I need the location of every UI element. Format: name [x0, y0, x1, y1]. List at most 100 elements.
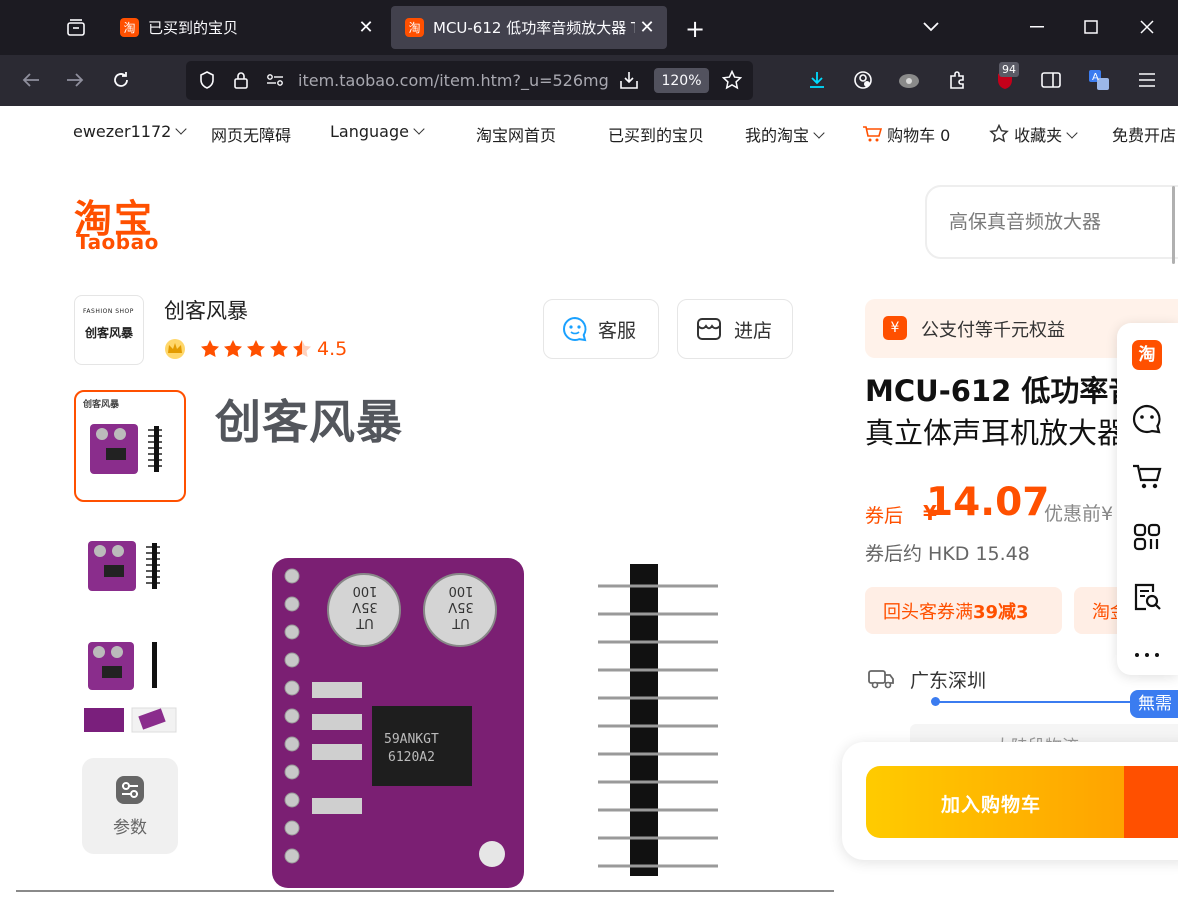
taobao-favicon-icon: 淘: [120, 18, 139, 37]
chip-marking-line2: 6120A2: [388, 750, 435, 765]
chevron-down-icon: [813, 127, 825, 139]
returning-customer-coupon[interactable]: 回头客券满 39减3: [865, 587, 1062, 634]
my-taobao-menu[interactable]: 我的淘宝: [745, 122, 825, 146]
search-document-icon[interactable]: [1131, 581, 1163, 613]
main-image-brand-text: 创客风暴: [215, 395, 403, 449]
minimize-window-icon[interactable]: [1020, 10, 1054, 44]
chip-marking-line1: 59ANKGT: [384, 732, 439, 747]
close-window-icon[interactable]: [1130, 10, 1164, 44]
taobao-home-link[interactable]: 淘宝网首页: [476, 122, 556, 146]
gallery-thumbnail-1[interactable]: 创客风暴: [74, 390, 186, 502]
price-prefix: 券后: [865, 505, 904, 527]
zoom-level-button[interactable]: 120%: [654, 68, 709, 93]
reload-icon[interactable]: [104, 63, 138, 97]
horizontal-scrollbar-thumb[interactable]: [16, 890, 834, 892]
browser-toolbar: item.taobao.com/item.htm?_u=526mg 120% 9…: [0, 55, 1178, 106]
more-icon[interactable]: [1131, 639, 1163, 671]
back-arrow-icon[interactable]: [14, 63, 48, 97]
sliders-icon: [116, 775, 144, 804]
enter-shop-button[interactable]: 进店: [677, 299, 793, 359]
browser-tab-bar: 淘 已买到的宝贝 ✕ 淘 MCU-612 低功率音频放大器 TPA6120 ✕ …: [0, 0, 1178, 55]
customer-service-button[interactable]: 客服: [543, 299, 659, 359]
new-tab-icon[interactable]: +: [678, 12, 712, 46]
shop-name[interactable]: 创客风暴: [164, 295, 248, 325]
my-taobao-label: 我的淘宝: [745, 126, 810, 145]
save-page-icon[interactable]: [616, 67, 642, 93]
shipping-badge: 無需: [1130, 690, 1178, 718]
add-to-cart-button[interactable]: 加入购物车: [866, 766, 1178, 838]
tab-bought-items[interactable]: 淘 已买到的宝贝 ✕: [106, 6, 386, 49]
board-thumbnail-image: [84, 642, 177, 733]
benefit-label: 公支付等千元权益: [921, 320, 1065, 341]
original-price-label: 优惠前¥: [1044, 503, 1114, 525]
extension-disc-icon[interactable]: [892, 63, 926, 97]
shipping-route-dot: [931, 697, 940, 706]
bookmark-star-icon[interactable]: [719, 67, 745, 93]
extensions-puzzle-icon[interactable]: [940, 63, 974, 97]
close-tab-icon[interactable]: ✕: [635, 17, 659, 38]
language-menu[interactable]: Language: [330, 122, 425, 141]
yen-badge-icon: ¥: [883, 316, 907, 340]
gallery-thumbnail-2[interactable]: [74, 509, 186, 621]
buy-now-segment[interactable]: [1124, 766, 1178, 838]
ship-from-location: 广东深圳: [910, 670, 987, 692]
search-input[interactable]: [949, 211, 1178, 233]
tab-product[interactable]: 淘 MCU-612 低功率音频放大器 TPA6120 ✕: [391, 6, 667, 49]
tab-overview-icon[interactable]: [58, 10, 94, 46]
close-tab-icon[interactable]: ✕: [354, 17, 378, 38]
taobao-icon[interactable]: 淘: [1131, 339, 1163, 371]
favorites-menu[interactable]: 收藏夹: [989, 122, 1078, 146]
main-product-image[interactable]: [262, 552, 732, 892]
taobao-logo-en[interactable]: Taobao: [76, 230, 159, 254]
maximize-window-icon[interactable]: [1074, 10, 1108, 44]
sidebar-icon[interactable]: [1034, 63, 1068, 97]
forward-arrow-icon[interactable]: [58, 63, 92, 97]
downloads-icon[interactable]: [800, 63, 834, 97]
search-box[interactable]: [925, 185, 1178, 259]
crown-icon: [165, 339, 185, 359]
chat-icon[interactable]: [1131, 403, 1163, 435]
shop-logo-name: 创客风暴: [85, 326, 134, 340]
chat-bubble-icon: [563, 316, 587, 342]
shop-icon: [697, 318, 721, 340]
lock-icon[interactable]: [228, 67, 254, 93]
board-thumbnail-image: [88, 541, 160, 591]
chevron-down-icon: [413, 123, 425, 135]
parameters-button[interactable]: 参数: [82, 758, 178, 854]
product-title-line2: 真立体声耳机放大器: [865, 416, 1125, 450]
open-shop-link[interactable]: 免费开店: [1112, 122, 1176, 146]
star-icon: [989, 123, 1009, 143]
shop-logo[interactable]: FASHION SHOP 创客风暴: [74, 295, 144, 365]
shop-rating-value: 4.5: [317, 338, 348, 360]
enter-shop-label: 进店: [734, 319, 773, 342]
user-menu[interactable]: ewezer1172: [73, 122, 187, 141]
cart-icon[interactable]: [1131, 461, 1163, 493]
menu-hamburger-icon[interactable]: [1130, 63, 1164, 97]
floating-toolbar: 淘: [1117, 323, 1178, 675]
translate-icon[interactable]: A: [1082, 63, 1116, 97]
gallery-thumbnail-3[interactable]: [74, 624, 186, 736]
capacitor-label-1: UT 35V 100: [352, 583, 378, 630]
coupon-label: 回头客券满: [883, 601, 973, 623]
favorites-label: 收藏夹: [1014, 126, 1063, 145]
cart-icon: [863, 126, 883, 142]
hkd-price: 券后约 HKD 15.48: [865, 543, 1030, 565]
apps-grid-icon[interactable]: [1131, 521, 1163, 553]
shop-logo-tagline: FASHION SHOP: [83, 308, 134, 315]
cart-link[interactable]: 购物车 0: [862, 122, 950, 146]
taobao-product-page: ewezer1172 网页无障碍 Language 淘宝网首页 已买到的宝贝 我…: [0, 106, 1178, 898]
address-bar[interactable]: item.taobao.com/item.htm?_u=526mg 120%: [186, 61, 753, 100]
url-text[interactable]: item.taobao.com/item.htm?_u=526mg: [298, 71, 610, 90]
bought-items-link[interactable]: 已买到的宝贝: [608, 122, 704, 146]
delivery-truck-icon: [868, 670, 894, 689]
accessibility-link[interactable]: 网页无障碍: [211, 122, 291, 146]
notification-badge: 94: [999, 62, 1019, 77]
chevron-down-icon: [175, 123, 187, 135]
taobao-favicon-icon: 淘: [405, 18, 424, 37]
page-permissions-icon[interactable]: [262, 67, 288, 93]
vertical-scrollbar-thumb[interactable]: [1172, 186, 1175, 264]
shield-icon[interactable]: [194, 67, 220, 93]
account-icon[interactable]: [846, 63, 880, 97]
list-tabs-chevron-icon[interactable]: [914, 10, 948, 44]
chevron-down-icon: [1066, 127, 1078, 139]
